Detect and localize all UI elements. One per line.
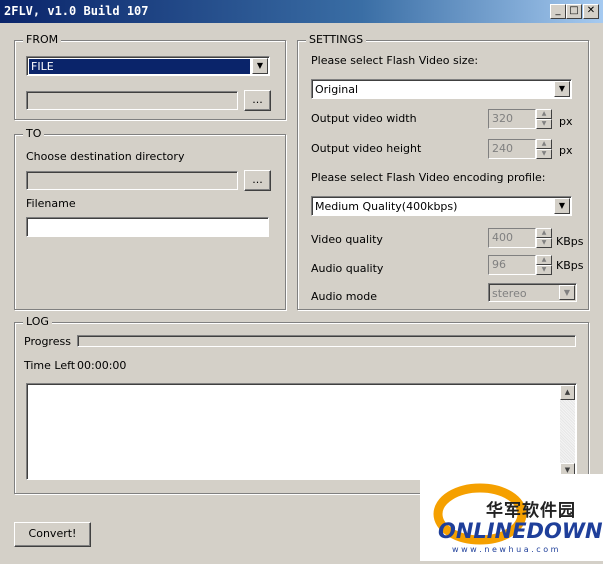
progress-label: Progress (24, 335, 71, 348)
destination-browse-button[interactable]: ... (244, 170, 271, 191)
log-legend: LOG (23, 315, 52, 328)
audio-mode-label: Audio mode (311, 290, 377, 303)
output-width-value[interactable]: 320 (488, 109, 536, 129)
title-bar[interactable]: 2FLV, v1.0 Build 107 _ □ ✕ (0, 0, 603, 23)
from-legend: FROM (23, 33, 62, 46)
video-size-value: Original (315, 83, 359, 96)
video-quality-unit: KBps (556, 235, 584, 248)
spin-down-icon[interactable]: ▼ (536, 238, 552, 248)
source-path-field[interactable] (26, 91, 238, 110)
output-height-spinner[interactable]: 240 ▲ ▼ (488, 139, 552, 159)
to-legend: TO (23, 127, 45, 140)
audio-mode-select[interactable]: stereo ▼ (488, 283, 577, 302)
spin-up-icon[interactable]: ▲ (536, 109, 552, 119)
height-unit: px (559, 144, 573, 157)
minimize-button[interactable]: _ (550, 4, 566, 19)
audio-mode-value: stereo (492, 287, 527, 300)
encoding-profile-label: Please select Flash Video encoding profi… (311, 171, 546, 184)
spin-up-icon[interactable]: ▲ (536, 139, 552, 149)
spin-down-icon[interactable]: ▼ (536, 149, 552, 159)
video-quality-label: Video quality (311, 233, 383, 246)
audio-quality-label: Audio quality (311, 262, 384, 275)
audio-quality-value[interactable]: 96 (488, 255, 536, 275)
audio-quality-spinner[interactable]: 96 ▲ ▼ (488, 255, 552, 275)
watermark-logo: 华军软件园 ONLINEDOWN w w w . n e w h u a . c… (420, 474, 603, 561)
log-textarea[interactable]: ▲ ▼ (26, 383, 577, 480)
spin-up-icon[interactable]: ▲ (536, 255, 552, 265)
encoding-profile-value: Medium Quality(400kbps) (315, 200, 458, 213)
scroll-up-icon[interactable]: ▲ (560, 385, 575, 400)
output-width-spinner[interactable]: 320 ▲ ▼ (488, 109, 552, 129)
destination-path-field[interactable] (26, 171, 238, 190)
log-scrollbar[interactable]: ▲ ▼ (560, 385, 575, 478)
settings-legend: SETTINGS (306, 33, 367, 46)
spin-up-icon[interactable]: ▲ (536, 228, 552, 238)
chevron-down-icon[interactable]: ▼ (252, 58, 268, 74)
maximize-button[interactable]: □ (566, 4, 582, 19)
encoding-profile-select[interactable]: Medium Quality(400kbps) ▼ (311, 196, 572, 216)
window-title: 2FLV, v1.0 Build 107 (4, 4, 149, 18)
time-left-label: Time Left (24, 359, 76, 372)
chevron-down-icon[interactable]: ▼ (559, 285, 575, 300)
audio-quality-unit: KBps (556, 259, 584, 272)
filename-input[interactable] (26, 217, 269, 237)
video-size-select[interactable]: Original ▼ (311, 79, 572, 99)
source-type-select[interactable]: FILE ▼ (26, 56, 270, 76)
video-quality-spinner[interactable]: 400 ▲ ▼ (488, 228, 552, 248)
output-height-label: Output video height (311, 142, 422, 155)
time-left-value: 00:00:00 (77, 359, 127, 372)
chevron-down-icon[interactable]: ▼ (554, 198, 570, 214)
progress-bar (77, 335, 576, 347)
destination-label: Choose destination directory (26, 150, 185, 163)
source-browse-button[interactable]: ... (244, 90, 271, 111)
watermark-brand-text: ONLINEDOWN (438, 519, 603, 543)
watermark-cn-text: 华军软件园 (486, 501, 576, 521)
close-button[interactable]: ✕ (583, 4, 599, 19)
chevron-down-icon[interactable]: ▼ (554, 81, 570, 97)
spin-down-icon[interactable]: ▼ (536, 119, 552, 129)
output-width-label: Output video width (311, 112, 417, 125)
filename-label: Filename (26, 197, 76, 210)
watermark-url-text: w w w . n e w h u a . c o m (452, 545, 559, 554)
width-unit: px (559, 115, 573, 128)
source-type-value: FILE (29, 59, 250, 74)
convert-button[interactable]: Convert! (14, 522, 91, 547)
video-quality-value[interactable]: 400 (488, 228, 536, 248)
output-height-value[interactable]: 240 (488, 139, 536, 159)
spin-down-icon[interactable]: ▼ (536, 265, 552, 275)
video-size-label: Please select Flash Video size: (311, 54, 479, 67)
